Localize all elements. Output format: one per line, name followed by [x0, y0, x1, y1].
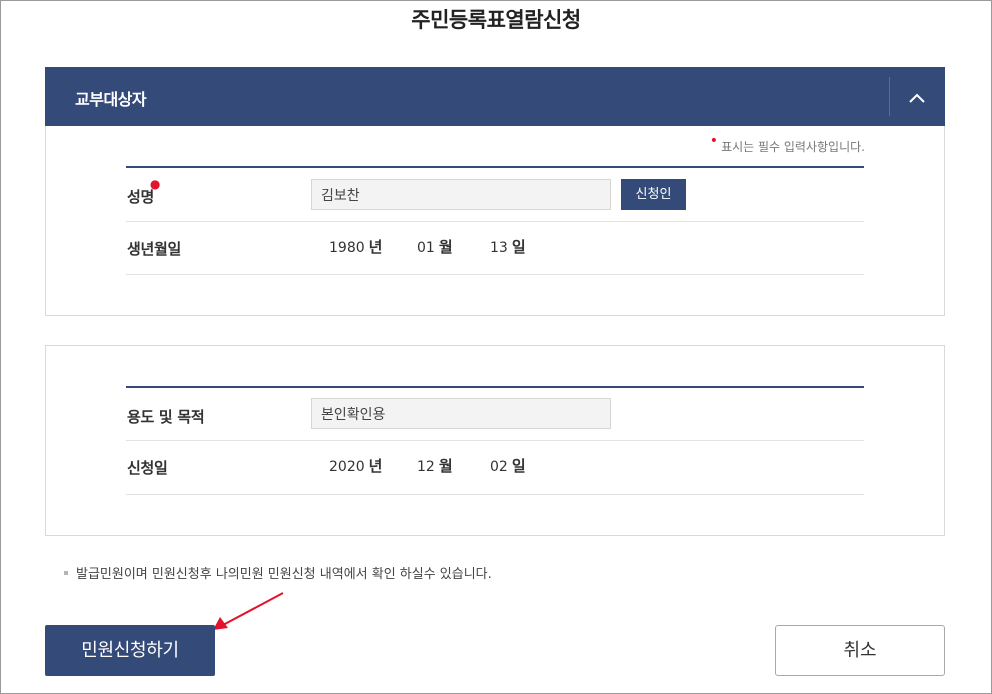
apply-month: 12 월 [417, 455, 453, 476]
collapse-toggle-button[interactable] [890, 67, 945, 126]
bullet-icon [64, 571, 68, 575]
apply-date-label: 신청일 [127, 459, 168, 477]
name-field[interactable]: 김보찬 [311, 179, 611, 210]
chevron-up-icon [909, 93, 925, 103]
apply-year: 2020 년 [329, 455, 382, 476]
notice-text: 발급민원이며 민원신청후 나의민원 민원신청 내역에서 확인 하실수 있습니다. [64, 563, 492, 582]
apply-month-unit: 월 [438, 457, 453, 475]
birth-year-value: 1980 [329, 240, 365, 256]
purpose-row: 용도 및 목적 본인확인용 [126, 388, 864, 441]
birth-row: 생년월일 1980 년 01 월 13 일 [126, 222, 864, 275]
submit-application-button[interactable]: 민원신청하기 [45, 625, 215, 676]
recipient-section-title: 교부대상자 [75, 90, 147, 109]
purpose-field[interactable]: 본인확인용 [311, 398, 611, 429]
required-note: • 표시는 필수 입력사항입니다. [710, 133, 865, 155]
apply-month-value: 12 [417, 459, 435, 475]
required-dot-icon: • [709, 133, 719, 149]
required-dot-icon: ● [149, 177, 161, 191]
purpose-panel: 용도 및 목적 본인확인용 신청일 2020 년 12 월 02 일 [45, 345, 945, 536]
name-row: 성명 ● 김보찬 신청인 [126, 168, 864, 222]
birth-label: 생년월일 [127, 240, 182, 258]
recipient-panel-body: • 표시는 필수 입력사항입니다. 성명 ● 김보찬 신청인 생년월일 1980 년… [45, 126, 945, 316]
applicant-button[interactable]: 신청인 [621, 179, 686, 210]
birth-day: 13 일 [490, 236, 526, 257]
birth-year: 1980 년 [329, 236, 382, 257]
apply-day-unit: 일 [511, 457, 526, 475]
recipient-panel-header: 교부대상자 [45, 67, 945, 126]
birth-month: 01 월 [417, 236, 453, 257]
birth-year-unit: 년 [368, 238, 383, 256]
purpose-label: 용도 및 목적 [127, 408, 205, 426]
birth-day-value: 13 [490, 240, 508, 256]
required-note-text: 표시는 필수 입력사항입니다. [721, 140, 865, 154]
cancel-button[interactable]: 취소 [775, 625, 945, 676]
apply-day-value: 02 [490, 459, 508, 475]
apply-year-value: 2020 [329, 459, 365, 475]
birth-day-unit: 일 [511, 238, 526, 256]
name-label: 성명 ● [127, 177, 160, 207]
page-title: 주민등록표열람신청 [411, 8, 581, 32]
apply-date-row: 신청일 2020 년 12 월 02 일 [126, 441, 864, 495]
notice-message: 발급민원이며 민원신청후 나의민원 민원신청 내역에서 확인 하실수 있습니다. [76, 567, 492, 582]
red-arrow-icon [213, 592, 284, 630]
birth-month-unit: 월 [438, 238, 453, 256]
birth-month-value: 01 [417, 240, 435, 256]
apply-day: 02 일 [490, 455, 526, 476]
apply-year-unit: 년 [368, 457, 383, 475]
